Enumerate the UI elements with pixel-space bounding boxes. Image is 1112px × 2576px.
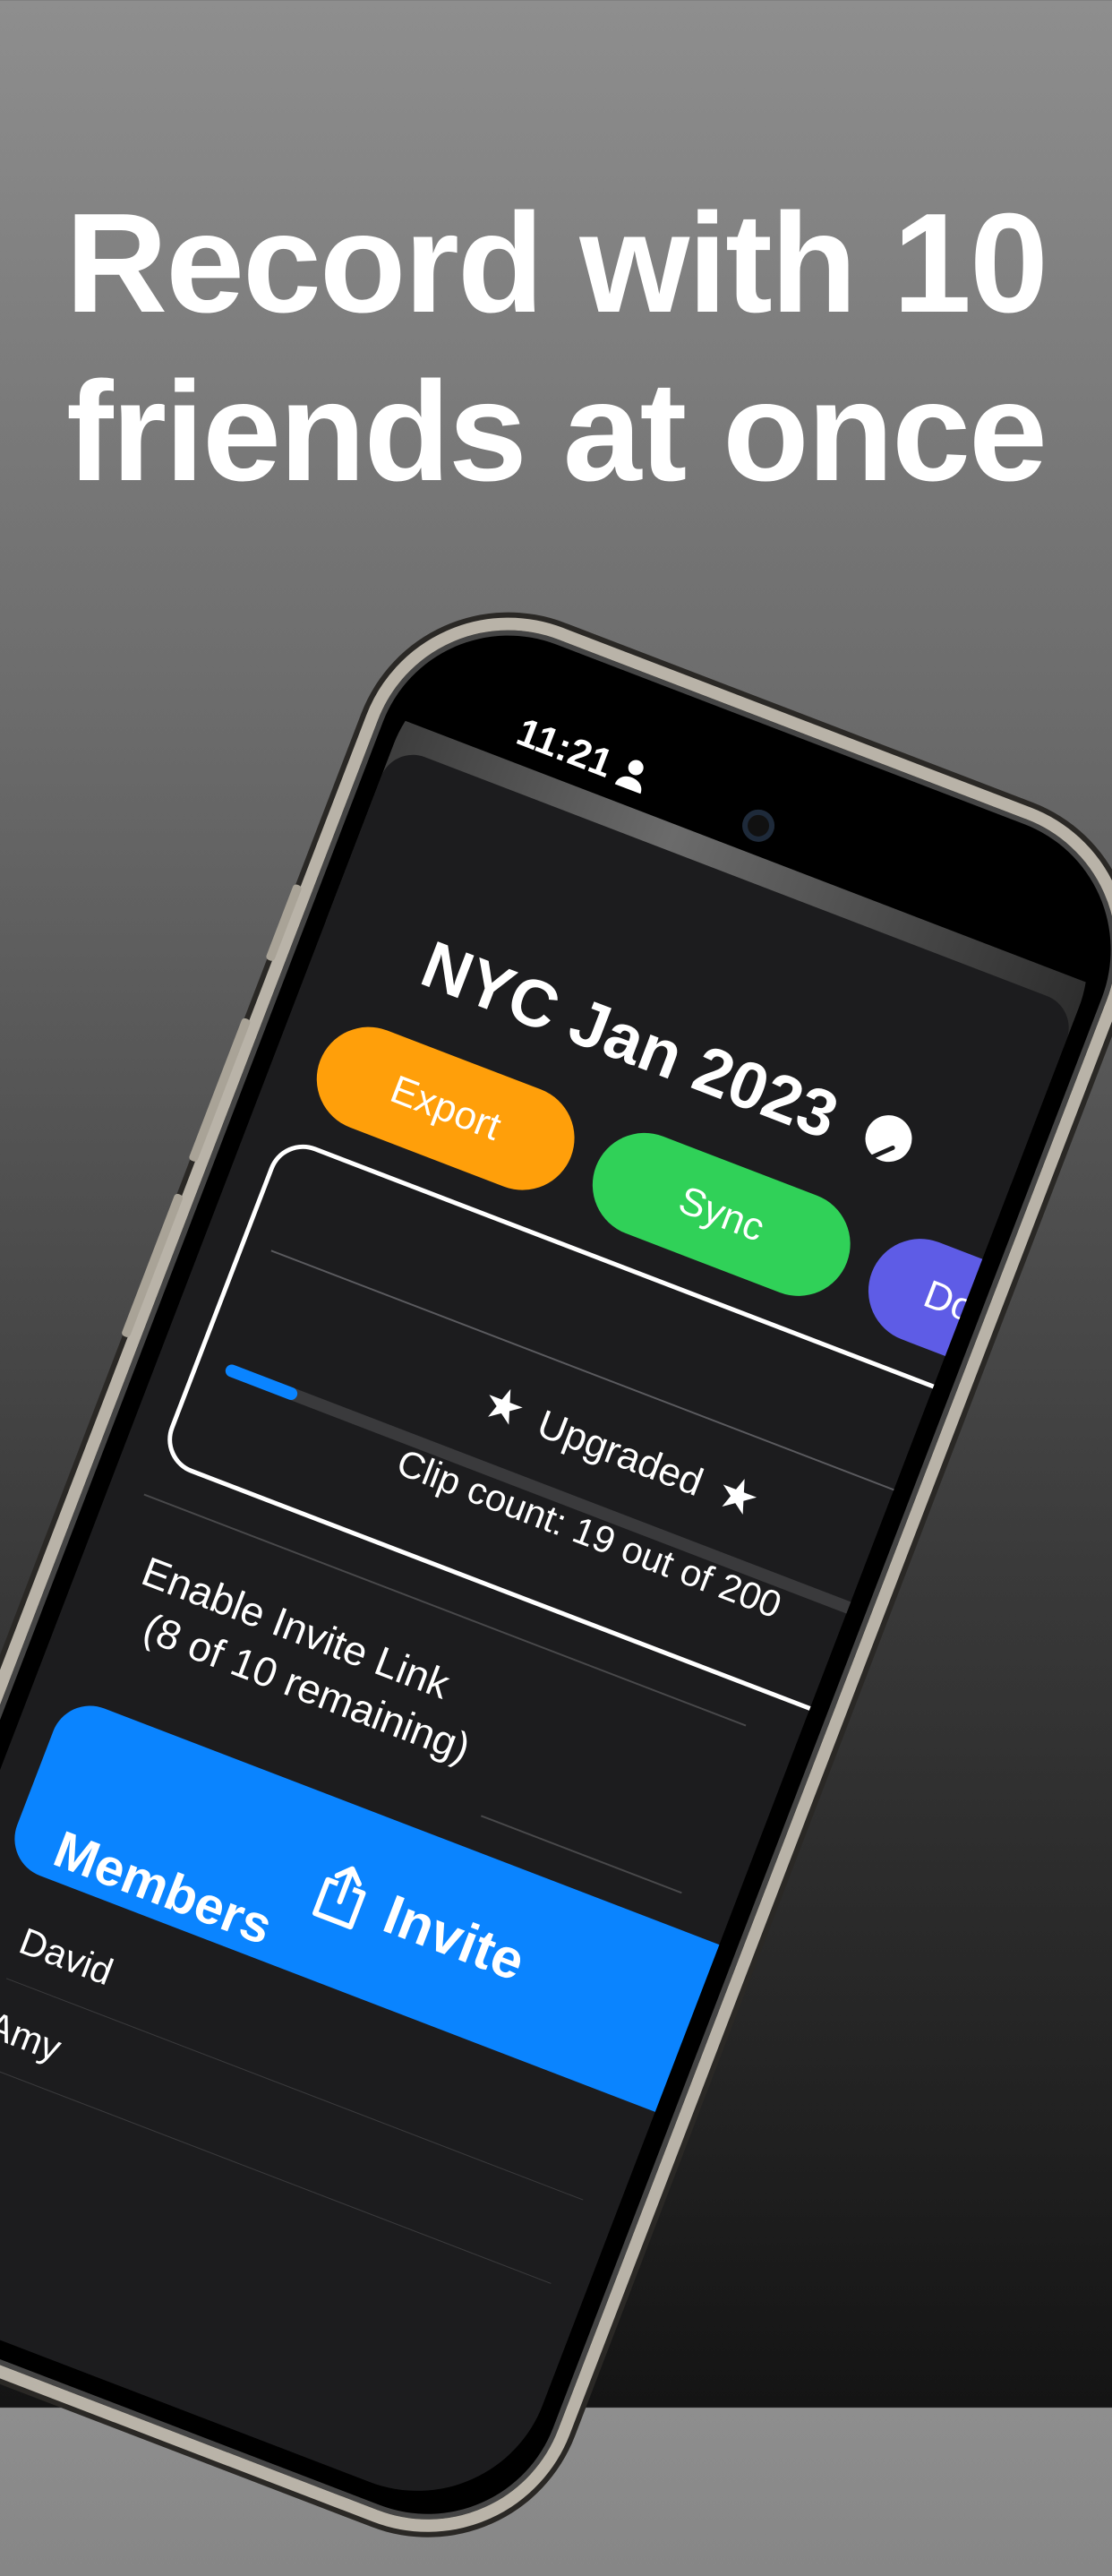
invite-button-label: Invite [375,1883,534,1994]
toggle-knob [784,1868,868,1953]
headline-line-1: Record with 10 [65,185,1048,342]
edit-pencil-icon[interactable] [858,1109,919,1170]
phone-action-button [265,883,303,962]
headline-line-2: friends at once [66,353,1048,511]
share-icon [312,1866,366,1929]
phone-screen: 11:21 NYC Jan 2023 Export Sync Downloa ★… [0,619,1112,2530]
star-icon: ★ [475,1374,534,1438]
phone-frame: 11:21 NYC Jan 2023 Export Sync Downloa ★… [0,573,1112,2576]
star-icon: ★ [709,1464,767,1528]
person-icon [614,760,644,794]
marketing-headline: Record with 10 friends at once [0,179,1112,516]
invite-link-toggle[interactable] [739,1847,876,1960]
front-camera [737,804,780,847]
session-sheet: NYC Jan 2023 Export Sync Downloa ★Upgrad… [0,744,1112,2530]
